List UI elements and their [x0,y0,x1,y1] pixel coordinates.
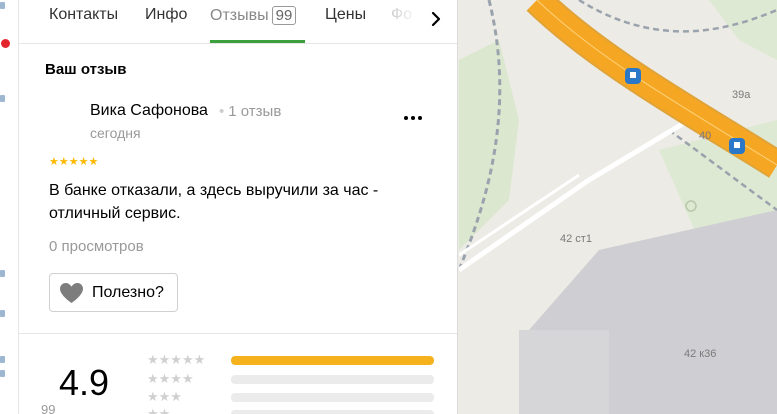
tab-info[interactable]: Инфо [145,6,187,24]
sidebar-item-mark[interactable] [0,2,5,9]
map-view[interactable]: 39а 40 42 ст1 42 к36 [457,0,777,414]
tab-reviews-label: Отзывы [210,7,269,24]
sidebar-item-mark[interactable] [0,370,5,377]
map-label: 40 [699,130,712,142]
rating-row-stars: ★★★★★ [147,352,206,367]
tabs-fade [391,0,421,40]
map-label: 39а [732,89,751,101]
divider [19,333,457,334]
helpful-label: Полезно? [92,284,164,301]
sidebar-item-mark[interactable] [0,95,5,102]
tab-bar: Контакты Инфо Отзывы99 Цены Фо [19,0,457,44]
section-title: Ваш отзыв [45,61,127,78]
rating-count: 99 [41,402,56,414]
active-tab-indicator [210,40,305,43]
rating-row-stars: ★★★ [147,389,182,404]
building-block [519,330,609,414]
rating-bar-fill [231,356,434,365]
rating-value: 4.9 [59,362,110,403]
rating-row-stars: ★★★★ [147,371,194,386]
left-sidebar-strip [0,0,19,414]
sidebar-item-mark[interactable] [0,356,5,363]
rating-bar [231,410,434,414]
organization-panel: Контакты Инфо Отзывы99 Цены Фо Ваш отзыв… [19,0,458,414]
review-date: сегодня [90,125,141,141]
map-label: 42 к36 [684,348,717,360]
reviews-count-badge: 99 [271,6,297,25]
rating-row-stars: ★★ [147,406,171,414]
heart-icon [60,283,83,303]
rating-bar [231,356,434,365]
author-review-count-text: 1 отзыв [228,103,282,120]
helpful-button[interactable]: Полезно? [49,273,178,312]
map-canvas [457,0,777,414]
views-count: 0 просмотров [49,238,144,255]
tab-prices[interactable]: Цены [325,6,366,24]
author-review-count: • 1 отзыв [219,103,282,120]
more-options-icon[interactable] [399,104,429,126]
tab-contacts[interactable]: Контакты [49,6,118,24]
author-name[interactable]: Вика Сафонова [90,102,208,120]
chevron-right-icon[interactable] [424,4,448,34]
sidebar-item-mark[interactable] [0,310,5,317]
review-text: В банке отказали, а здесь выручили за ча… [49,182,379,222]
rating-bar [231,375,434,384]
map-label: 42 ст1 [560,233,592,245]
sidebar-item-mark[interactable] [0,270,5,277]
rating-bar [231,393,434,402]
notification-dot [1,39,10,48]
review-stars: ★★★★★ [49,156,99,168]
tab-reviews[interactable]: Отзывы 99 [210,6,297,25]
